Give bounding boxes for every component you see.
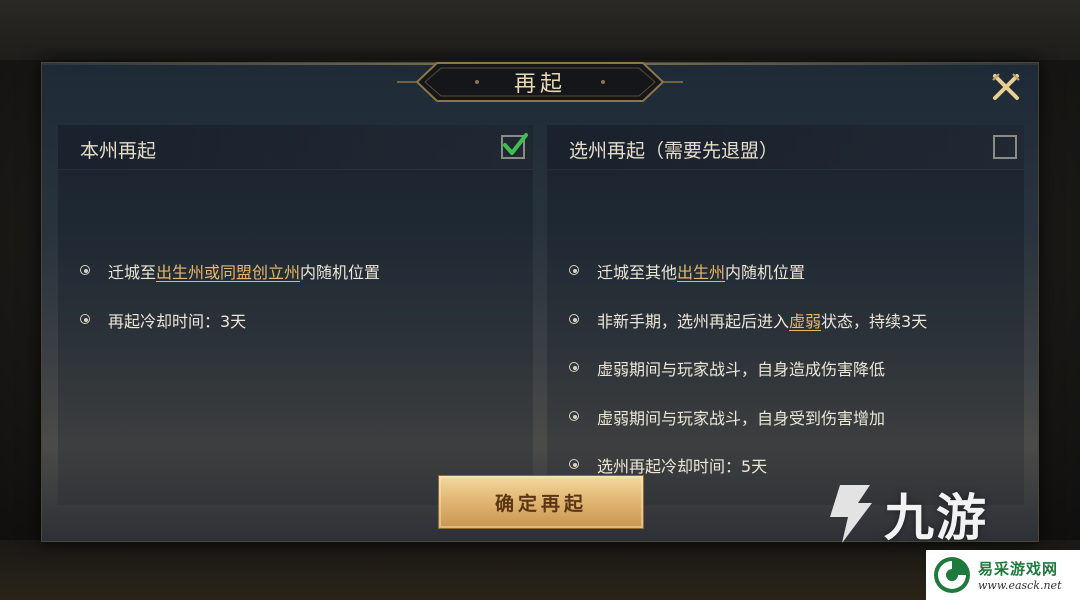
nine-game-watermark: 九游: [820, 478, 988, 550]
item-text: 再起冷却时间：3天: [108, 312, 247, 331]
easck-logo-icon: [934, 557, 970, 593]
birth-state-link[interactable]: 出生州: [677, 259, 725, 283]
bullet-icon: [569, 459, 581, 471]
local-rebirth-title: 本州再起: [80, 140, 157, 162]
item-text: 虚弱期间与玩家战斗，自身造成伤害降低: [597, 360, 886, 379]
dialog-title: 再起: [513, 72, 566, 97]
list-item: 虚弱期间与玩家战斗，自身受到伤害增加: [569, 405, 885, 429]
item-text: 选州再起冷却时间：5天: [597, 457, 768, 476]
local-rebirth-panel: 本州再起 迁城至 出生州或同盟创立州 内随机位置 再起冷却时间：3天: [58, 125, 533, 505]
list-item: 迁城至其他 出生州 内随机位置: [569, 259, 805, 283]
easck-name: 易采游戏网: [978, 560, 1059, 578]
nine-game-logo-icon: [830, 485, 872, 543]
bullet-icon: [569, 314, 581, 326]
list-item: 迁城至 出生州或同盟创立州 内随机位置: [80, 259, 380, 283]
list-item: 虚弱期间与玩家战斗，自身造成伤害降低: [569, 356, 885, 380]
weak-status-link[interactable]: 虚弱: [789, 308, 821, 332]
close-button[interactable]: [989, 70, 1023, 104]
easck-url: www.easck.net: [978, 579, 1062, 592]
item-text: 迁城至其他: [597, 263, 678, 282]
bullet-icon: [569, 265, 581, 277]
confirm-rebirth-button[interactable]: 确定再起: [438, 475, 644, 529]
item-text: 状态，持续3天: [821, 312, 928, 331]
checkmark-icon: [503, 133, 528, 155]
item-text: 虚弱期间与玩家战斗，自身受到伤害增加: [597, 409, 886, 428]
item-text: 内随机位置: [725, 263, 806, 282]
select-state-rebirth-title: 选州再起（需要先退盟）: [569, 140, 779, 162]
item-text: 迁城至: [108, 263, 157, 282]
local-rebirth-checkbox[interactable]: [501, 133, 528, 159]
select-state-rebirth-panel: 选州再起（需要先退盟） 迁城至其他 出生州 内随机位置 非新手期，选州再起后进入 虚弱…: [547, 125, 1024, 505]
nine-game-text: 九游: [884, 489, 988, 547]
select-state-rebirth-checkbox[interactable]: [993, 135, 1017, 159]
bullet-icon: [80, 314, 92, 326]
local-rebirth-header: 本州再起: [58, 125, 533, 170]
item-text: 非新手期，选州再起后进入: [597, 312, 790, 331]
easck-watermark: 易采游戏网 www.easck.net: [926, 550, 1080, 600]
item-text: 内随机位置: [300, 263, 381, 282]
bullet-icon: [80, 265, 92, 277]
select-state-rebirth-header: 选州再起（需要先退盟）: [547, 125, 1024, 170]
title-plate: 再起: [397, 59, 683, 105]
confirm-rebirth-label: 确定再起: [494, 492, 587, 515]
list-item: 选州再起冷却时间：5天: [569, 453, 767, 477]
bullet-icon: [569, 362, 581, 374]
list-item: 非新手期，选州再起后进入 虚弱 状态，持续3天: [569, 308, 927, 332]
bullet-icon: [569, 411, 581, 423]
rebirth-dialog: 再起 本州再起 迁城至 出生州或同盟创立州 内随机位置 再起冷却时间：3天 选州…: [41, 62, 1039, 542]
background-top: [0, 0, 1080, 60]
list-item: 再起冷却时间：3天: [80, 308, 246, 332]
birth-or-alliance-state-link[interactable]: 出生州或同盟创立州: [156, 259, 300, 283]
close-x-icon: [992, 73, 1020, 100]
